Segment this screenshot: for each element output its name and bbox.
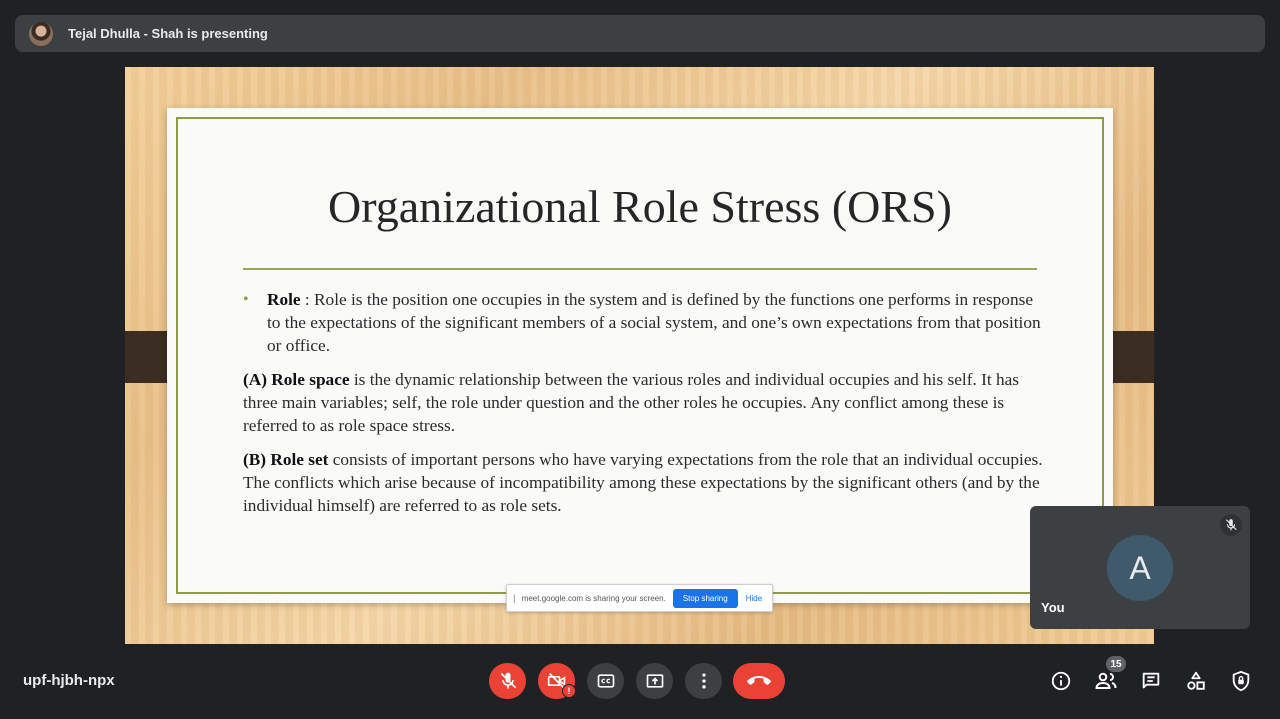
role-space-term: (A) Role space (243, 370, 350, 389)
presenter-bar: Tejal Dhulla - Shah is presenting (15, 15, 1265, 52)
title-divider (243, 268, 1037, 270)
role-set-text: consists of important persons who have v… (243, 450, 1043, 515)
bullet-icon: • (243, 291, 249, 308)
camera-toggle-button[interactable]: ! (538, 663, 576, 699)
call-end-icon (747, 669, 771, 693)
drag-handle-icon[interactable]: || (513, 593, 515, 603)
slide-body: • Role : Role is the position one occupi… (243, 288, 1043, 517)
people-button[interactable] (1094, 669, 1118, 693)
presenter-label: Tejal Dhulla - Shah is presenting (68, 26, 268, 41)
mic-off-icon (498, 671, 518, 691)
bullet-role-term: Role (267, 290, 301, 309)
more-options-button[interactable] (685, 663, 722, 699)
present-screen-icon (645, 671, 665, 691)
share-message: meet.google.com is sharing your screen. (521, 593, 666, 603)
self-name-label: You (1041, 600, 1065, 615)
slide: Organizational Role Stress (ORS) • Role … (167, 108, 1113, 603)
activities-icon (1185, 670, 1207, 692)
role-set-term: (B) Role set (243, 450, 329, 469)
people-count-badge: 15 (1106, 656, 1126, 672)
chat-icon (1140, 670, 1162, 692)
paragraph-role-set: (B) Role set consists of important perso… (243, 448, 1043, 517)
screen-share-banner: || meet.google.com is sharing your scree… (506, 584, 773, 612)
paragraph-role-space: (A) Role space is the dynamic relationsh… (243, 368, 1043, 437)
mic-toggle-button[interactable] (489, 663, 526, 699)
bullet-role-content: Role : Role is the position one occupies… (267, 288, 1043, 357)
more-vert-icon (694, 671, 714, 691)
presenter-avatar (29, 21, 53, 46)
people-icon (1094, 669, 1118, 693)
role-space-text: is the dynamic relationship between the … (243, 370, 1020, 435)
bullet-role-text: : Role is the position one occupies in t… (267, 290, 1041, 355)
bullet-role: • Role : Role is the position one occupi… (243, 288, 1043, 357)
slide-title: Organizational Role Stress (ORS) (328, 181, 952, 232)
info-icon (1050, 670, 1072, 692)
closed-captions-icon (596, 671, 616, 691)
captions-button[interactable] (587, 663, 624, 699)
muted-mic-icon (1220, 514, 1242, 536)
meeting-details-button[interactable] (1049, 669, 1073, 693)
leave-call-button[interactable] (733, 663, 785, 699)
meeting-code: upf-hjbh-npx (23, 672, 115, 689)
chat-button[interactable] (1139, 669, 1163, 693)
stop-sharing-button[interactable]: Stop sharing (672, 588, 738, 608)
host-controls-button[interactable] (1229, 669, 1253, 693)
hide-banner-link[interactable]: Hide (746, 594, 762, 603)
self-view-tile[interactable]: A You (1030, 506, 1250, 629)
activities-button[interactable] (1184, 669, 1208, 693)
present-now-button[interactable] (636, 663, 673, 699)
shared-screen: Organizational Role Stress (ORS) • Role … (125, 67, 1154, 644)
camera-alert-badge: ! (562, 684, 576, 698)
self-avatar: A (1107, 535, 1173, 601)
host-controls-icon (1230, 670, 1252, 692)
